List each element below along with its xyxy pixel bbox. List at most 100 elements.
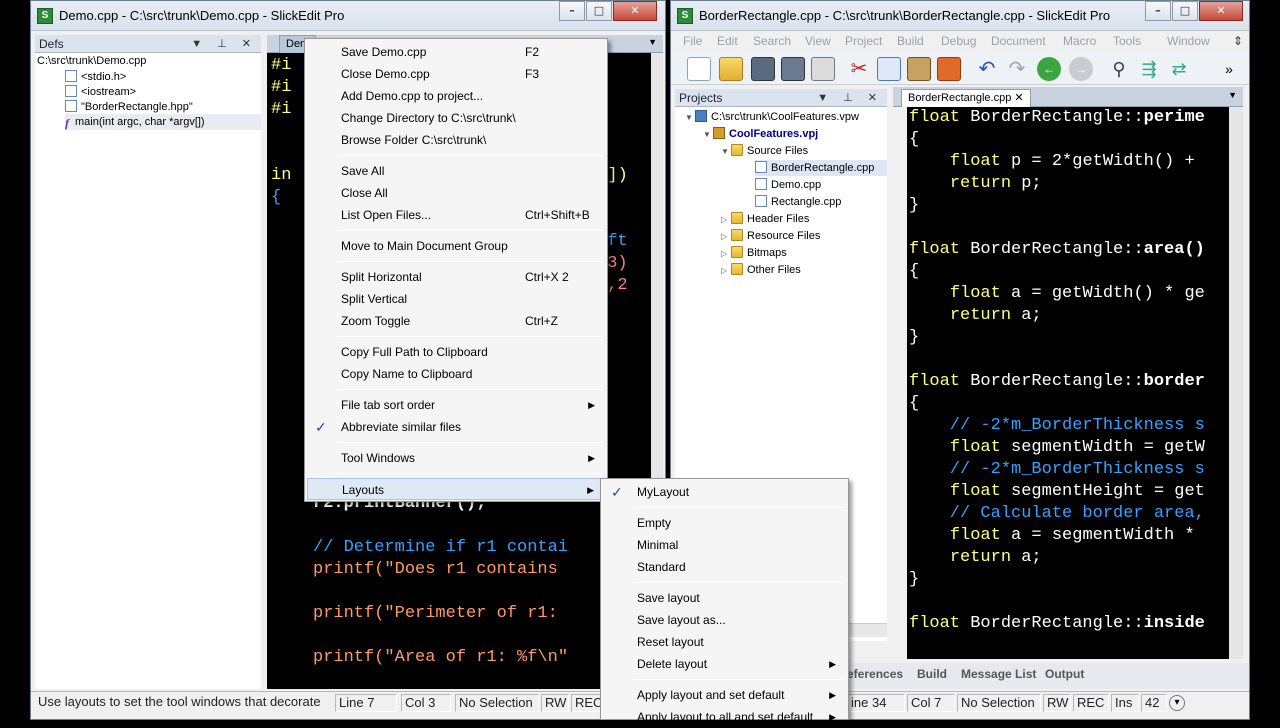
menu-nav-icon[interactable]: ⇕ — [1233, 34, 1243, 48]
status-options-icon[interactable]: ▾ — [1169, 695, 1185, 711]
submenu-item[interactable]: Standard — [603, 556, 846, 578]
select-icon[interactable] — [937, 57, 961, 81]
menu-item[interactable]: Abbreviate similar files ✓ — [307, 416, 605, 438]
menu-item[interactable]: File tab sort order ▶ — [307, 394, 605, 416]
tab-references[interactable]: eferences — [847, 667, 903, 681]
menu-item[interactable]: Save All — [307, 160, 605, 182]
status-num[interactable]: 42 — [1141, 694, 1167, 712]
find-next-icon[interactable]: ⇶ — [1137, 57, 1161, 81]
maximize-button[interactable]: □ — [586, 1, 612, 21]
tab-list-icon[interactable]: ▼ — [648, 37, 657, 47]
status-col[interactable]: Col 7 — [907, 694, 955, 712]
print-icon[interactable] — [811, 57, 835, 81]
tab-list-icon[interactable]: ▼ — [1228, 90, 1237, 100]
defs-item-include[interactable]: <iostream> — [65, 84, 136, 100]
tree-project[interactable]: ▼ CoolFeatures.vpj — [703, 126, 818, 142]
tab-borderrectangle-cpp[interactable]: BorderRectangle.cpp ✕ — [901, 89, 1031, 107]
menu-search[interactable]: Search — [753, 34, 791, 48]
submenu-item[interactable]: Save layout — [603, 587, 846, 609]
panel-controls[interactable]: ▼ ⊥ ✕ — [191, 35, 257, 53]
cut-icon[interactable]: ✂ — [847, 57, 871, 81]
submenu-item[interactable]: Minimal — [603, 534, 846, 556]
status-rw[interactable]: RW — [541, 694, 569, 712]
open-folder-icon[interactable] — [719, 57, 743, 81]
tree-file[interactable]: Demo.cpp — [755, 177, 821, 193]
status-ins[interactable]: Ins — [1111, 694, 1139, 712]
defs-item-include[interactable]: "BorderRectangle.hpp" — [65, 99, 193, 115]
status-selection[interactable]: No Selection — [455, 694, 539, 712]
panel-controls[interactable]: ▼ ⊥ ✕ — [817, 89, 883, 107]
menu-item[interactable]: List Open Files... Ctrl+Shift+B — [307, 204, 605, 226]
defs-item-include[interactable]: <stdio.h> — [65, 69, 126, 85]
menu-window[interactable]: Window — [1167, 34, 1210, 48]
menu-item[interactable]: Move to Main Document Group — [307, 235, 605, 257]
defs-tree: C:\src\trunk\Demo.cpp <stdio.h> <iostrea… — [35, 53, 261, 689]
menu-item[interactable]: Save Demo.cpp F2 — [307, 41, 605, 63]
back-icon[interactable]: ← — [1037, 57, 1061, 81]
menu-item[interactable]: Change Directory to C:\src\trunk\ — [307, 107, 605, 129]
menu-tools[interactable]: Tools — [1113, 34, 1141, 48]
submenu-item[interactable]: Apply layout and set default ▶ — [603, 684, 846, 706]
menu-item[interactable]: Tool Windows ▶ — [307, 447, 605, 469]
tree-folder[interactable]: ▷ Other Files — [721, 262, 801, 278]
submenu-item[interactable]: Reset layout — [603, 631, 846, 653]
tree-folder[interactable]: ▷ Resource Files — [721, 228, 820, 244]
status-col[interactable]: Col 3 — [401, 694, 451, 712]
find-icon[interactable]: ⚲ — [1107, 57, 1131, 81]
left-title-bar[interactable]: S Demo.cpp - C:\src\trunk\Demo.cpp - Sli… — [31, 1, 665, 31]
menu-item[interactable]: Copy Full Path to Clipboard — [307, 341, 605, 363]
menu-file[interactable]: File — [683, 34, 702, 48]
status-rec[interactable]: REC — [1073, 694, 1109, 712]
status-line[interactable]: Line 7 — [335, 694, 397, 712]
code-line: { — [909, 262, 920, 281]
menu-item[interactable]: Split Horizontal Ctrl+X 2 — [307, 266, 605, 288]
submenu-item[interactable]: Delete layout ▶ — [603, 653, 846, 675]
tab-build[interactable]: Build — [917, 667, 947, 681]
tree-workspace[interactable]: ▼ C:\src\trunk\CoolFeatures.vpw — [685, 109, 859, 125]
menu-item[interactable]: Layouts ▶ — [307, 478, 605, 500]
save-icon[interactable] — [751, 57, 775, 81]
right-vertical-scrollbar[interactable] — [1229, 107, 1243, 659]
minimize-button[interactable]: – — [559, 1, 585, 21]
menu-item[interactable]: Close Demo.cpp F3 — [307, 63, 605, 85]
forward-icon[interactable]: → — [1069, 57, 1093, 81]
tree-folder[interactable]: ▷ Header Files — [721, 211, 809, 227]
submenu-item[interactable]: Empty — [603, 512, 846, 534]
menu-macro[interactable]: Macro — [1063, 34, 1096, 48]
tree-folder[interactable]: ▷ Bitmaps — [721, 245, 787, 261]
copy-icon[interactable] — [877, 57, 901, 81]
submenu-item[interactable]: MyLayout ✓ — [603, 481, 846, 503]
tab-output[interactable]: Output — [1045, 667, 1084, 681]
menu-project[interactable]: Project — [845, 34, 882, 48]
status-selection[interactable]: No Selection — [957, 694, 1041, 712]
menu-view[interactable]: View — [805, 34, 831, 48]
tree-source-folder[interactable]: ▼ Source Files — [721, 143, 808, 159]
menu-item[interactable]: Split Vertical — [307, 288, 605, 310]
tab-message-list[interactable]: Message List — [961, 667, 1036, 681]
menu-item[interactable]: Copy Name to Clipboard — [307, 363, 605, 385]
menu-build[interactable]: Build — [897, 34, 924, 48]
tree-file[interactable]: BorderRectangle.cpp — [755, 160, 887, 176]
status-rw[interactable]: RW — [1043, 694, 1071, 712]
status-line[interactable]: ine 34 — [847, 694, 905, 712]
close-button[interactable]: ✕ — [613, 1, 657, 21]
replace-icon[interactable]: ⇄ — [1167, 57, 1191, 81]
paste-icon[interactable] — [907, 57, 931, 81]
menu-edit[interactable]: Edit — [717, 34, 738, 48]
defs-item-function[interactable]: f main(int argc, char *argv[]) — [65, 114, 261, 130]
submenu-item[interactable]: Save layout as... — [603, 609, 846, 631]
menu-item[interactable]: Browse Folder C:\src\trunk\ — [307, 129, 605, 151]
right-code-editor[interactable]: float BorderRectangle::perime{ float p =… — [907, 107, 1229, 659]
tree-file[interactable]: Rectangle.cpp — [755, 194, 841, 210]
toolbar-overflow-icon[interactable]: » — [1217, 57, 1241, 81]
menu-document[interactable]: Document — [991, 34, 1046, 48]
redo-icon[interactable]: ↷ — [1005, 57, 1029, 81]
menu-item[interactable]: Zoom Toggle Ctrl+Z — [307, 310, 605, 332]
undo-icon[interactable]: ↶ — [975, 57, 999, 81]
submenu-item[interactable]: Apply layout to all and set default ▶ — [603, 706, 846, 728]
menu-debug[interactable]: Debug — [941, 34, 976, 48]
new-file-icon[interactable] — [687, 57, 711, 81]
menu-item[interactable]: Close All — [307, 182, 605, 204]
save-all-icon[interactable] — [781, 57, 805, 81]
menu-item[interactable]: Add Demo.cpp to project... — [307, 85, 605, 107]
